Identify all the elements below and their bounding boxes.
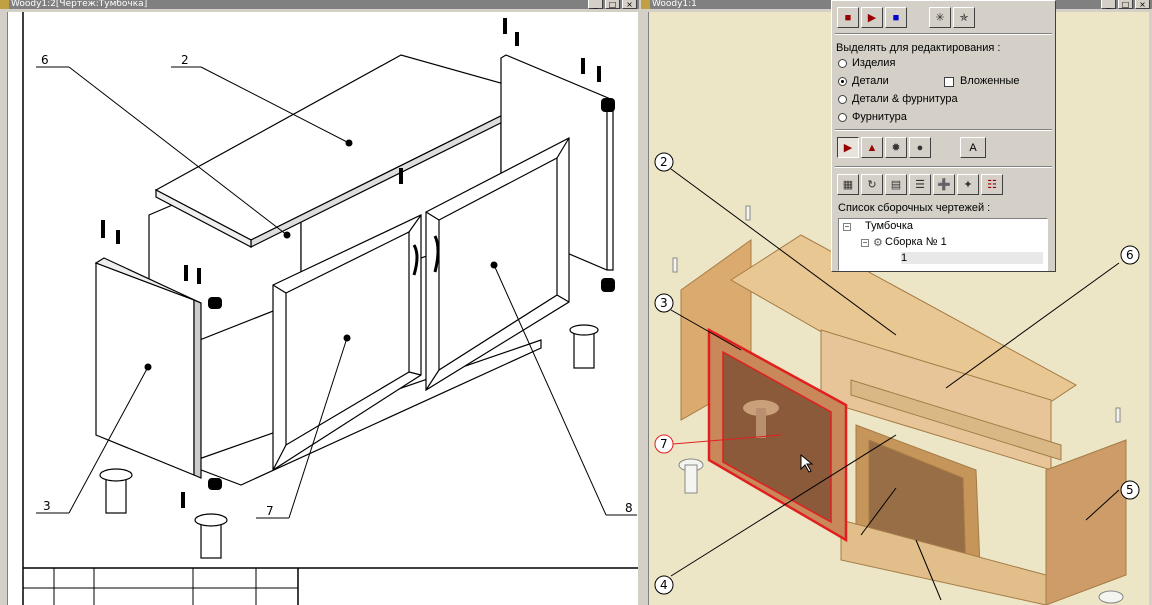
model-right-side <box>1045 439 1127 605</box>
close-button[interactable]: × <box>1135 0 1150 9</box>
hardware-mode-icon[interactable]: ● <box>909 137 931 158</box>
radio-hardware[interactable] <box>838 113 847 122</box>
tree-node-drawing[interactable]: 1 <box>901 252 1043 264</box>
minimize-button[interactable]: _ <box>1101 0 1116 9</box>
panel-toolbar-assembly: ▦ ↻ ▤ ☰ ➕ ✦ ☷ <box>837 174 1003 195</box>
text-style-button[interactable]: A <box>960 137 986 158</box>
callout-4: 4 <box>660 578 668 592</box>
leg-right <box>573 329 595 369</box>
nested-checkbox-label[interactable]: Вложенные <box>960 75 1020 87</box>
separator <box>835 33 1052 35</box>
tree-icon[interactable]: ☰ <box>909 174 931 195</box>
close-button[interactable]: × <box>622 0 637 9</box>
select-item-icon[interactable]: ■ <box>837 7 859 28</box>
mesh-mode-icon[interactable]: ✹ <box>885 137 907 158</box>
callout-8: 8 <box>625 501 633 515</box>
tree-node-root[interactable]: Тумбочка <box>865 220 913 232</box>
explode-icon[interactable]: ✳ <box>929 7 951 28</box>
select-for-edit-label: Выделять для редактирования : <box>836 42 1001 54</box>
separator <box>835 166 1052 168</box>
model-window-title: Woody1:1 <box>652 0 697 9</box>
maximize-button[interactable]: □ <box>1118 0 1133 9</box>
callout-7: 7 <box>660 437 668 451</box>
radio-items[interactable] <box>838 59 847 68</box>
separator <box>835 129 1052 131</box>
pick-mode-icon[interactable]: ▶ <box>837 137 859 158</box>
minimize-button[interactable]: _ <box>588 0 603 9</box>
panel-toolbar-view: ✳ ✯ <box>929 7 975 28</box>
rotate-icon[interactable]: ↻ <box>861 174 883 195</box>
collapse-assembly-icon[interactable]: − <box>861 239 869 247</box>
assembly-node-icon: ⚙ <box>873 237 883 249</box>
drawing-window-title: Woody1:2[Чертеж:Тумбочка] <box>11 0 148 9</box>
callout-6: 6 <box>41 53 49 67</box>
pin-icon[interactable]: ✦ <box>957 174 979 195</box>
select-part-icon[interactable]: ▶ <box>861 7 883 28</box>
maximize-button[interactable]: □ <box>605 0 620 9</box>
radio-hardware-label[interactable]: Фурнитура <box>852 111 907 123</box>
callout-7: 7 <box>266 504 274 518</box>
panel-toolbar-mode: ▶ ▲ ✹ ● <box>837 137 931 158</box>
drawing-window[interactable]: Woody1:2[Чертеж:Тумбочка] _ □ × 6 2 3 7 … <box>0 0 639 605</box>
selection-panel[interactable]: ■ ▶ ■ ✳ ✯ Выделять для редактирования : … <box>831 0 1056 272</box>
tree-node-drawing-label: 1 <box>901 252 908 264</box>
callout-2: 2 <box>660 155 668 169</box>
callout-5: 5 <box>1126 483 1134 497</box>
radio-parts-hardware[interactable] <box>838 95 847 104</box>
panel-toolbar-top: ■ ▶ ■ <box>837 7 907 28</box>
radio-parts[interactable] <box>838 77 847 86</box>
radio-items-label[interactable]: Изделия <box>852 57 895 69</box>
tree-node-assembly[interactable]: Сборка № 1 <box>885 236 947 248</box>
collapse-root-icon[interactable]: − <box>843 223 851 231</box>
assemble-icon[interactable]: ✯ <box>953 7 975 28</box>
delete-drawing-icon[interactable]: ☷ <box>981 174 1003 195</box>
callout-3: 3 <box>43 499 51 513</box>
grid-icon[interactable]: ▦ <box>837 174 859 195</box>
app-icon <box>0 0 9 9</box>
app-icon <box>641 0 650 9</box>
drawing-canvas[interactable]: 6 2 3 7 8 <box>7 12 638 605</box>
exploded-drawing: 6 2 3 7 8 <box>22 12 638 605</box>
callout-2: 2 <box>181 53 189 67</box>
radio-parts-label[interactable]: Детали <box>852 75 889 87</box>
drawing-window-titlebar[interactable]: Woody1:2[Чертеж:Тумбочка] _ □ × <box>0 0 639 9</box>
assembly-drawing-tree[interactable]: − Тумбочка − ⚙ Сборка № 1 1 <box>838 218 1048 271</box>
assembly-list-label: Список сборочных чертежей : <box>838 202 991 214</box>
radio-parts-hardware-label[interactable]: Детали & фурнитура <box>852 93 958 105</box>
align-icon[interactable]: ▤ <box>885 174 907 195</box>
select-group-icon[interactable]: ■ <box>885 7 907 28</box>
callout-6: 6 <box>1126 248 1134 262</box>
stack-mode-icon[interactable]: ▲ <box>861 137 883 158</box>
nested-checkbox[interactable] <box>944 77 954 87</box>
callout-3: 3 <box>660 296 668 310</box>
add-drawing-icon[interactable]: ➕ <box>933 174 955 195</box>
